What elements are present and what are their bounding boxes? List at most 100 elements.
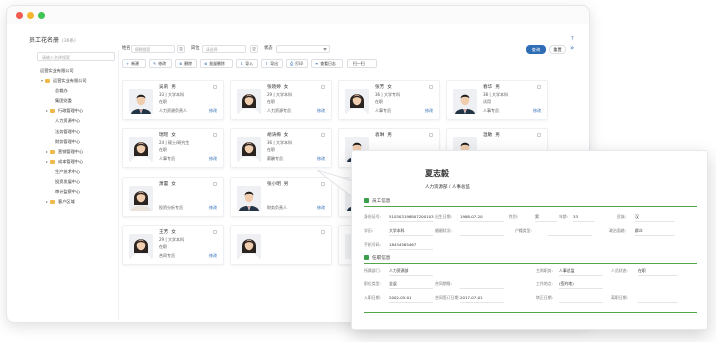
avatar	[453, 89, 477, 114]
avatar	[129, 89, 153, 114]
employee-card[interactable]: 萧蕾女投资分析专员 修改	[122, 177, 224, 217]
card-checkbox[interactable]	[321, 133, 325, 137]
new-button[interactable]: + 新建	[122, 59, 146, 68]
sidebar-tree-label: 审计监察中心	[55, 189, 81, 195]
basic-field-underline	[389, 235, 433, 236]
action-label: 导出	[270, 61, 279, 66]
job-field-underline	[460, 302, 504, 303]
position-filter-select[interactable]: 请选择	[202, 45, 246, 53]
sidebar-tree-item[interactable]: 运营实业有限公司	[36, 66, 87, 76]
employee-gender: 男	[283, 182, 289, 187]
sidebar-tree-item[interactable]: ▸ 行政管理中心	[36, 106, 87, 116]
edit-link[interactable]: 修改	[209, 156, 217, 162]
status-filter-select[interactable]	[276, 45, 330, 53]
sidebar-tree-item[interactable]: ▸ 营销管理中心	[36, 147, 87, 157]
card-checkbox[interactable]	[321, 85, 325, 89]
edit-link[interactable]: 修改	[209, 108, 217, 114]
sidebar-tree-item[interactable]: ▾ 运营实业有限公司	[36, 76, 87, 86]
employee-card[interactable]	[230, 225, 332, 265]
maximize-window-button[interactable]	[38, 12, 45, 19]
card-checkbox[interactable]	[213, 230, 217, 234]
avatar	[237, 186, 261, 211]
minimize-window-button[interactable]	[27, 12, 34, 19]
help-icon[interactable]: ?	[571, 36, 574, 42]
card-checkbox[interactable]	[321, 230, 325, 234]
detail-department: 人力资源部 / 人事总监	[425, 185, 470, 190]
employee-card[interactable]: 吴莉男 33 | 大学本科 在职 人力资源负责人 修改	[122, 80, 224, 120]
job-field-underline	[389, 275, 433, 276]
sidebar-tree-item[interactable]: 生产技术中心	[36, 167, 87, 177]
edit-link[interactable]: 修改	[317, 108, 325, 114]
employee-position: 人力资源专员	[267, 108, 291, 113]
edit-link[interactable]: 修改	[209, 205, 217, 211]
employee-card[interactable]: 瑞瑶女 24 | 硕士/研究生 在职 人事专员 修改	[122, 128, 224, 168]
job-field-label: 离职日期:	[611, 295, 628, 300]
employee-position: 合同专员	[159, 253, 175, 258]
close-window-button[interactable]	[16, 12, 23, 19]
employee-status: 试用	[483, 99, 491, 104]
job-field-value: (签约地)	[559, 281, 574, 286]
sidebar-search-input[interactable]: 请输入名称搜索	[37, 52, 115, 61]
query-button[interactable]: 查询	[526, 45, 546, 54]
sidebar-tree-item[interactable]: 总裁办	[36, 86, 87, 96]
employee-card[interactable]: 胡涛梅女 36 | 大学本科 在职 薪酬专员 修改	[230, 128, 332, 168]
sidebar-tree-item[interactable]: 审计监察中心	[36, 187, 87, 197]
basic-field-underline	[548, 235, 592, 236]
batch-delete-button[interactable]: ⊗ 批量删除	[200, 59, 233, 68]
position-empty-toggle[interactable]: 空	[250, 45, 258, 53]
job-field-label: 入职日期:	[364, 295, 381, 300]
folder-icon	[45, 79, 50, 84]
card-checkbox[interactable]	[537, 85, 541, 89]
edit-link[interactable]: 修改	[317, 156, 325, 162]
card-checkbox[interactable]	[213, 85, 217, 89]
basic-field-label: 年龄:	[559, 214, 569, 219]
card-checkbox[interactable]	[213, 182, 217, 186]
delete-button[interactable]: ⊗ 删除	[175, 59, 197, 68]
user-icon	[364, 198, 369, 203]
job-field-label: 所属部门:	[364, 268, 381, 273]
card-checkbox[interactable]	[429, 133, 433, 137]
basic-field-underline	[460, 235, 504, 236]
edit-link[interactable]: 修改	[425, 108, 433, 114]
sidebar-tree-item[interactable]: 法务管理中心	[36, 127, 87, 137]
edit-link[interactable]: 修改	[533, 108, 541, 114]
job-field-underline	[638, 275, 678, 276]
basic-field-value: 1988-07-20	[460, 214, 483, 219]
card-checkbox[interactable]	[213, 133, 217, 137]
card-checkbox[interactable]	[537, 133, 541, 137]
employee-age-education: 33 | 大学本科	[159, 92, 184, 97]
reset-button[interactable]: 重置	[549, 45, 566, 54]
view-log-button[interactable]: ≡ 查看日志	[311, 59, 343, 68]
export-icon: ⇧	[265, 61, 269, 66]
section-basic-title: 员工信息	[364, 198, 390, 204]
export-button[interactable]: ⇧ 导出	[261, 59, 283, 68]
edit-link[interactable]: 修改	[317, 205, 325, 211]
action-label: 删除	[184, 61, 193, 66]
sidebar-tree-item[interactable]: ▸ 成本管理中心	[36, 157, 87, 167]
edit-link[interactable]: 修改	[209, 253, 217, 259]
employee-gender: 女	[387, 85, 392, 90]
sidebar-tree-item[interactable]: 人力资源中心	[36, 116, 87, 126]
avatar	[345, 89, 369, 114]
employee-card[interactable]: 张晓婷女 29 | 大学本科 在职 人力资源专员 修改	[230, 80, 332, 120]
sidebar-tree-item[interactable]: 投资发展中心	[36, 177, 87, 187]
expand-filters-icon[interactable]: »	[570, 44, 574, 52]
name-empty-toggle[interactable]: 空	[177, 45, 185, 53]
employee-card[interactable]: 王芳女 29 | 大学本科 在职 合同专员 修改	[122, 225, 224, 265]
employee-card[interactable]: 春华男 38 | 大学本科 试用 人事专员 修改	[446, 80, 548, 120]
sidebar-tree-item[interactable]: 财务管理中心	[36, 137, 87, 147]
edit-button[interactable]: ✎ 修改	[149, 59, 172, 68]
sidebar-tree-item[interactable]: 集团党委	[36, 96, 87, 106]
employee-card[interactable]: 张芳女 36 | 大学专科 在职 人事专员 修改	[338, 80, 440, 120]
sidebar-tree-item[interactable]: ▸ 客户区域	[36, 197, 87, 207]
delete-icon: ⊗	[179, 61, 183, 66]
job-field-underline	[559, 288, 603, 289]
employee-position: 财务负责人	[267, 205, 287, 210]
import-button[interactable]: ⇩ 导入	[236, 59, 258, 68]
basic-field-underline	[535, 221, 557, 222]
batch-delete-icon: ⊗	[204, 61, 208, 66]
name-filter-input[interactable]: 模糊搜索	[131, 45, 175, 53]
print-button[interactable]: ⎙ 打印	[286, 59, 308, 68]
scan-button[interactable]: 扫一扫	[347, 59, 377, 68]
card-checkbox[interactable]	[429, 85, 433, 89]
